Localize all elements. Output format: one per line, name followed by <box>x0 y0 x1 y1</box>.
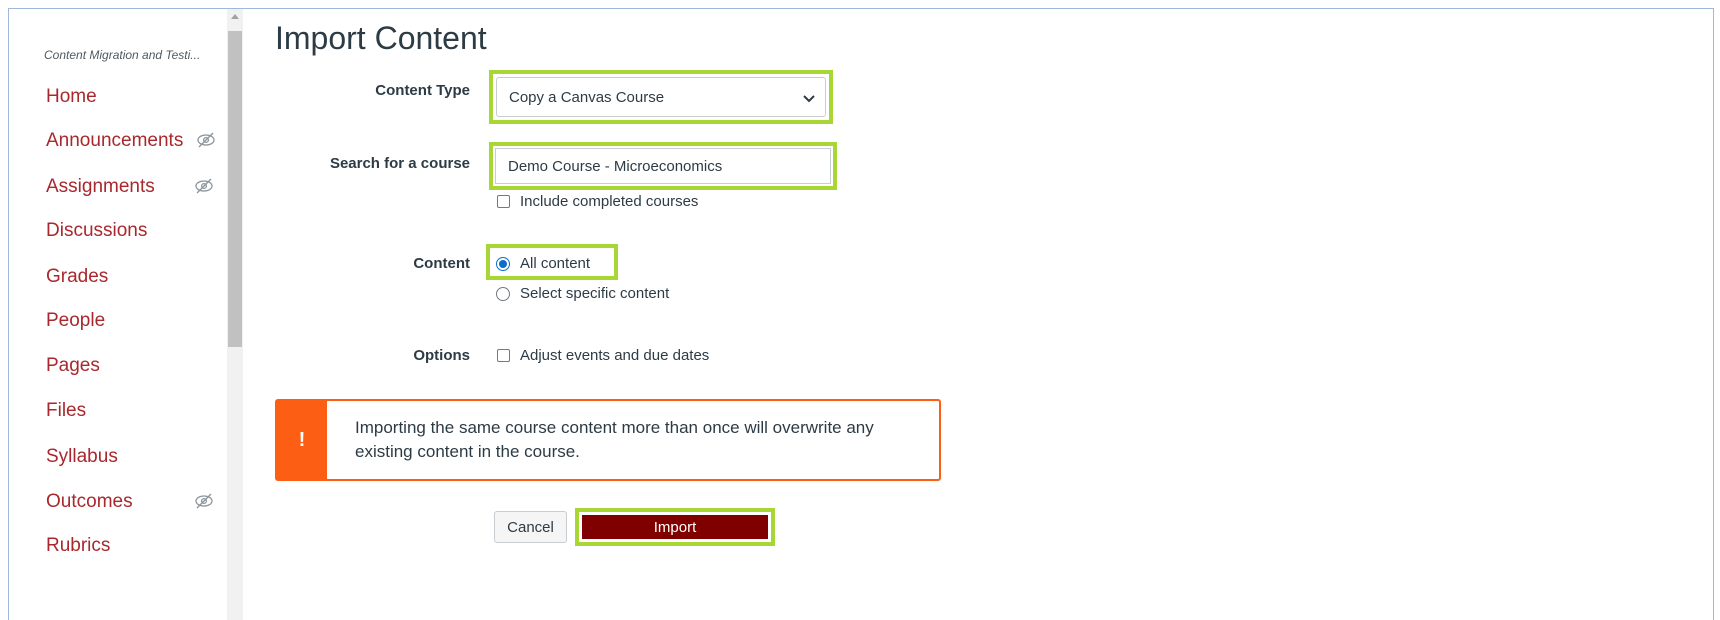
sidebar-item-label: People <box>46 310 106 331</box>
content-type-label: Content Type <box>375 82 470 99</box>
top-strip <box>0 0 1720 4</box>
hidden-eye-icon <box>196 131 216 149</box>
sidebar-item-label: Discussions <box>46 220 148 241</box>
alert-message: Importing the same course content more t… <box>355 418 874 461</box>
overwrite-warning-alert: ! Importing the same course content more… <box>275 399 941 481</box>
sidebar-item-syllabus[interactable]: Syllabus <box>46 444 118 470</box>
course-nav-sidebar <box>9 9 227 620</box>
chevron-down-icon <box>803 91 815 108</box>
all-content-option[interactable]: All content <box>496 255 590 272</box>
include-completed-checkbox[interactable] <box>497 195 510 208</box>
import-button[interactable]: Import <box>582 515 768 539</box>
options-label: Options <box>413 347 470 364</box>
select-specific-content-option[interactable]: Select specific content <box>496 285 669 302</box>
sidebar-item-discussions[interactable]: Discussions <box>46 218 147 244</box>
page-title: Import Content <box>275 20 487 56</box>
course-name: Content Migration and Testi... <box>44 48 201 62</box>
content-type-select[interactable]: Copy a Canvas Course <box>496 77 826 117</box>
sidebar-item-files[interactable]: Files <box>46 398 86 424</box>
adjust-dates-row[interactable]: Adjust events and due dates <box>497 347 709 364</box>
app-frame <box>8 8 1714 620</box>
sidebar-item-grades[interactable]: Grades <box>46 264 108 290</box>
cancel-button[interactable]: Cancel <box>494 511 567 543</box>
search-course-value: Demo Course - Microeconomics <box>508 157 723 175</box>
sidebar-item-label: Files <box>46 400 87 421</box>
sidebar-item-home[interactable]: Home <box>46 84 97 110</box>
scroll-up-arrow-icon[interactable] <box>231 14 239 19</box>
adjust-dates-checkbox[interactable] <box>497 349 510 362</box>
sidebar-item-assignments[interactable]: Assignments <box>46 174 213 200</box>
sidebar-item-label: Pages <box>46 355 100 376</box>
sidebar-item-label: Syllabus <box>46 446 118 467</box>
hidden-eye-icon <box>194 492 214 510</box>
content-type-selected: Copy a Canvas Course <box>509 88 665 106</box>
sidebar-scrollbar[interactable] <box>227 9 243 620</box>
adjust-dates-label: Adjust events and due dates <box>520 347 710 364</box>
sidebar-item-rubrics[interactable]: Rubrics <box>46 533 110 559</box>
hidden-eye-icon <box>194 177 214 195</box>
all-content-radio[interactable] <box>496 256 510 271</box>
search-course-label: Search for a course <box>329 155 470 172</box>
sidebar-item-outcomes[interactable]: Outcomes <box>46 489 213 515</box>
include-completed-row[interactable]: Include completed courses <box>497 193 698 210</box>
sidebar-item-people[interactable]: People <box>46 308 105 334</box>
alert-side-bar: ! <box>277 401 327 479</box>
select-specific-content-label: Select specific content <box>520 285 670 302</box>
sidebar-item-announcements[interactable]: Announcements <box>46 128 215 154</box>
sidebar-item-label: Rubrics <box>46 535 111 556</box>
sidebar-item-label: Assignments <box>46 176 155 197</box>
sidebar-item-label: Grades <box>46 266 109 287</box>
select-specific-content-radio[interactable] <box>496 286 510 301</box>
content-label: Content <box>413 255 470 272</box>
warning-icon: ! <box>298 428 306 451</box>
include-completed-label: Include completed courses <box>520 193 699 210</box>
sidebar-item-label: Home <box>46 86 97 107</box>
sidebar-item-pages[interactable]: Pages <box>46 353 100 379</box>
scroll-thumb[interactable] <box>228 31 242 347</box>
search-course-input[interactable]: Demo Course - Microeconomics <box>495 148 831 184</box>
all-content-label: All content <box>520 255 591 272</box>
sidebar-item-label: Outcomes <box>46 491 133 512</box>
sidebar-item-label: Announcements <box>46 130 184 151</box>
